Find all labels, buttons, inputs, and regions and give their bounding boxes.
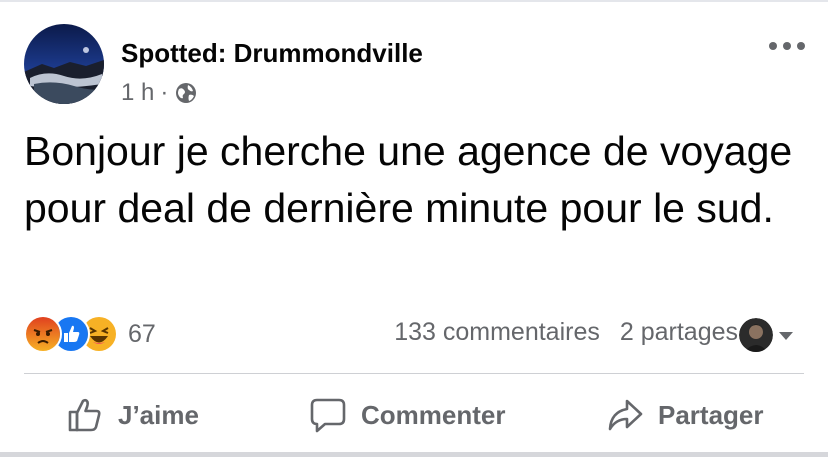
comment-bubble-icon <box>310 398 346 433</box>
share-arrow-icon <box>608 399 643 431</box>
meta-separator: · <box>160 79 169 106</box>
page-name-link[interactable]: Spotted: Drummondville <box>121 38 423 69</box>
more-horizontal-icon <box>769 42 805 50</box>
reaction-count: 67 <box>128 319 156 348</box>
post-stats: 133 commentaires 2 partages <box>394 318 738 347</box>
bottom-border <box>0 452 828 457</box>
post-meta: 1 h · <box>121 78 198 108</box>
share-button[interactable]: Partager <box>606 392 764 438</box>
globe-icon <box>174 81 198 105</box>
share-label: Partager <box>658 399 764 430</box>
comments-count-link[interactable]: 133 commentaires <box>394 318 600 347</box>
like-label: J’aime <box>118 399 199 430</box>
angry-icon <box>24 315 62 353</box>
page-avatar[interactable] <box>24 24 104 104</box>
comment-button[interactable]: Commenter <box>309 392 505 438</box>
divider <box>24 373 804 374</box>
viewer-avatar[interactable] <box>739 318 773 352</box>
post-text: Bonjour je cherche une agence de voyage … <box>24 128 793 231</box>
like-button[interactable]: J’aime <box>66 392 199 438</box>
chevron-down-icon[interactable] <box>778 329 794 341</box>
reactions-summary[interactable]: 67 <box>24 315 156 353</box>
comment-label: Commenter <box>361 399 506 430</box>
thumbs-up-icon <box>68 398 101 432</box>
top-border <box>0 0 828 2</box>
more-options-button[interactable] <box>765 32 809 60</box>
shares-count-link[interactable]: 2 partages <box>620 318 738 347</box>
post-time[interactable]: 1 h <box>121 79 154 107</box>
